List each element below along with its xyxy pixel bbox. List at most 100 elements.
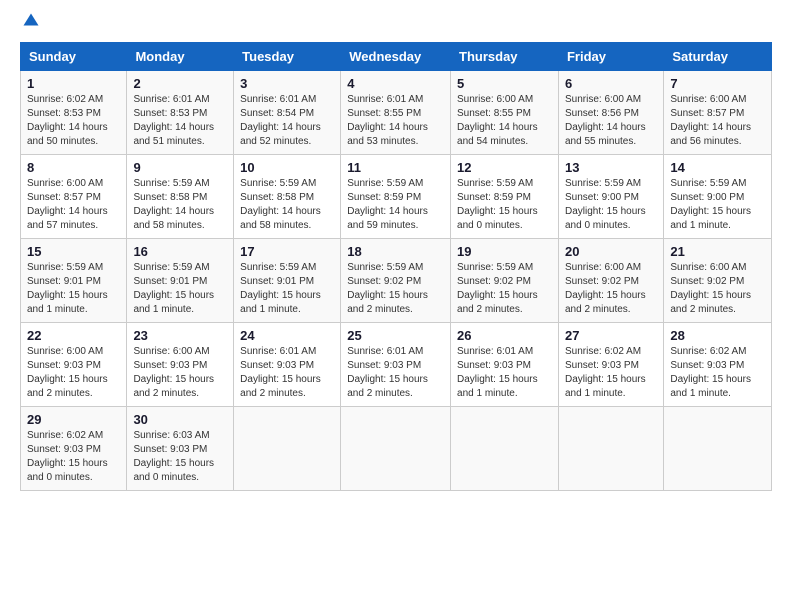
calendar-week-row: 1 Sunrise: 6:02 AM Sunset: 8:53 PM Dayli… bbox=[21, 71, 772, 155]
day-number: 19 bbox=[457, 244, 552, 259]
day-number: 6 bbox=[565, 76, 657, 91]
day-number: 24 bbox=[240, 328, 334, 343]
column-header-saturday: Saturday bbox=[664, 43, 772, 71]
day-number: 14 bbox=[670, 160, 765, 175]
column-header-thursday: Thursday bbox=[451, 43, 559, 71]
calendar-cell: 11 Sunrise: 5:59 AM Sunset: 8:59 PM Dayl… bbox=[341, 155, 451, 239]
day-number: 18 bbox=[347, 244, 444, 259]
column-header-monday: Monday bbox=[127, 43, 234, 71]
column-header-friday: Friday bbox=[558, 43, 663, 71]
day-info: Sunrise: 6:01 AM Sunset: 8:54 PM Dayligh… bbox=[240, 93, 334, 149]
day-info: Sunrise: 5:59 AM Sunset: 8:58 PM Dayligh… bbox=[240, 177, 334, 233]
day-info: Sunrise: 5:59 AM Sunset: 8:59 PM Dayligh… bbox=[347, 177, 444, 233]
day-number: 11 bbox=[347, 160, 444, 175]
day-number: 1 bbox=[27, 76, 120, 91]
calendar: SundayMondayTuesdayWednesdayThursdayFrid… bbox=[20, 42, 772, 491]
calendar-cell: 8 Sunrise: 6:00 AM Sunset: 8:57 PM Dayli… bbox=[21, 155, 127, 239]
calendar-cell: 25 Sunrise: 6:01 AM Sunset: 9:03 PM Dayl… bbox=[341, 323, 451, 407]
day-number: 15 bbox=[27, 244, 120, 259]
calendar-cell: 3 Sunrise: 6:01 AM Sunset: 8:54 PM Dayli… bbox=[234, 71, 341, 155]
day-info: Sunrise: 6:01 AM Sunset: 9:03 PM Dayligh… bbox=[347, 345, 444, 401]
calendar-cell: 7 Sunrise: 6:00 AM Sunset: 8:57 PM Dayli… bbox=[664, 71, 772, 155]
calendar-cell: 15 Sunrise: 5:59 AM Sunset: 9:01 PM Dayl… bbox=[21, 239, 127, 323]
column-header-wednesday: Wednesday bbox=[341, 43, 451, 71]
calendar-cell: 19 Sunrise: 5:59 AM Sunset: 9:02 PM Dayl… bbox=[451, 239, 559, 323]
calendar-cell bbox=[664, 407, 772, 491]
day-info: Sunrise: 6:00 AM Sunset: 9:02 PM Dayligh… bbox=[565, 261, 657, 317]
day-number: 21 bbox=[670, 244, 765, 259]
calendar-week-row: 15 Sunrise: 5:59 AM Sunset: 9:01 PM Dayl… bbox=[21, 239, 772, 323]
calendar-cell: 12 Sunrise: 5:59 AM Sunset: 8:59 PM Dayl… bbox=[451, 155, 559, 239]
calendar-cell bbox=[234, 407, 341, 491]
day-number: 9 bbox=[133, 160, 227, 175]
day-number: 7 bbox=[670, 76, 765, 91]
calendar-cell bbox=[451, 407, 559, 491]
day-number: 22 bbox=[27, 328, 120, 343]
day-info: Sunrise: 6:01 AM Sunset: 9:03 PM Dayligh… bbox=[240, 345, 334, 401]
header bbox=[20, 16, 772, 30]
calendar-cell: 26 Sunrise: 6:01 AM Sunset: 9:03 PM Dayl… bbox=[451, 323, 559, 407]
day-info: Sunrise: 5:59 AM Sunset: 8:58 PM Dayligh… bbox=[133, 177, 227, 233]
calendar-cell: 6 Sunrise: 6:00 AM Sunset: 8:56 PM Dayli… bbox=[558, 71, 663, 155]
day-info: Sunrise: 6:03 AM Sunset: 9:03 PM Dayligh… bbox=[133, 429, 227, 485]
day-info: Sunrise: 6:02 AM Sunset: 9:03 PM Dayligh… bbox=[670, 345, 765, 401]
day-number: 16 bbox=[133, 244, 227, 259]
day-number: 20 bbox=[565, 244, 657, 259]
day-info: Sunrise: 5:59 AM Sunset: 9:01 PM Dayligh… bbox=[133, 261, 227, 317]
day-number: 4 bbox=[347, 76, 444, 91]
calendar-cell: 13 Sunrise: 5:59 AM Sunset: 9:00 PM Dayl… bbox=[558, 155, 663, 239]
calendar-cell bbox=[558, 407, 663, 491]
page: SundayMondayTuesdayWednesdayThursdayFrid… bbox=[0, 0, 792, 507]
day-number: 17 bbox=[240, 244, 334, 259]
calendar-cell: 18 Sunrise: 5:59 AM Sunset: 9:02 PM Dayl… bbox=[341, 239, 451, 323]
calendar-header-row: SundayMondayTuesdayWednesdayThursdayFrid… bbox=[21, 43, 772, 71]
calendar-cell: 20 Sunrise: 6:00 AM Sunset: 9:02 PM Dayl… bbox=[558, 239, 663, 323]
calendar-cell: 28 Sunrise: 6:02 AM Sunset: 9:03 PM Dayl… bbox=[664, 323, 772, 407]
calendar-cell: 4 Sunrise: 6:01 AM Sunset: 8:55 PM Dayli… bbox=[341, 71, 451, 155]
day-number: 29 bbox=[27, 412, 120, 427]
logo bbox=[20, 16, 40, 30]
day-number: 8 bbox=[27, 160, 120, 175]
calendar-cell: 23 Sunrise: 6:00 AM Sunset: 9:03 PM Dayl… bbox=[127, 323, 234, 407]
day-info: Sunrise: 5:59 AM Sunset: 9:02 PM Dayligh… bbox=[347, 261, 444, 317]
day-number: 30 bbox=[133, 412, 227, 427]
day-info: Sunrise: 6:00 AM Sunset: 8:55 PM Dayligh… bbox=[457, 93, 552, 149]
calendar-cell bbox=[341, 407, 451, 491]
day-info: Sunrise: 6:02 AM Sunset: 9:03 PM Dayligh… bbox=[27, 429, 120, 485]
calendar-cell: 10 Sunrise: 5:59 AM Sunset: 8:58 PM Dayl… bbox=[234, 155, 341, 239]
day-number: 12 bbox=[457, 160, 552, 175]
calendar-cell: 27 Sunrise: 6:02 AM Sunset: 9:03 PM Dayl… bbox=[558, 323, 663, 407]
day-number: 28 bbox=[670, 328, 765, 343]
column-header-tuesday: Tuesday bbox=[234, 43, 341, 71]
calendar-cell: 1 Sunrise: 6:02 AM Sunset: 8:53 PM Dayli… bbox=[21, 71, 127, 155]
day-info: Sunrise: 6:01 AM Sunset: 8:53 PM Dayligh… bbox=[133, 93, 227, 149]
day-number: 27 bbox=[565, 328, 657, 343]
calendar-cell: 17 Sunrise: 5:59 AM Sunset: 9:01 PM Dayl… bbox=[234, 239, 341, 323]
calendar-cell: 9 Sunrise: 5:59 AM Sunset: 8:58 PM Dayli… bbox=[127, 155, 234, 239]
day-info: Sunrise: 6:02 AM Sunset: 9:03 PM Dayligh… bbox=[565, 345, 657, 401]
day-info: Sunrise: 6:01 AM Sunset: 9:03 PM Dayligh… bbox=[457, 345, 552, 401]
calendar-cell: 2 Sunrise: 6:01 AM Sunset: 8:53 PM Dayli… bbox=[127, 71, 234, 155]
day-info: Sunrise: 6:00 AM Sunset: 9:02 PM Dayligh… bbox=[670, 261, 765, 317]
calendar-cell: 30 Sunrise: 6:03 AM Sunset: 9:03 PM Dayl… bbox=[127, 407, 234, 491]
logo-icon bbox=[22, 12, 40, 30]
calendar-cell: 16 Sunrise: 5:59 AM Sunset: 9:01 PM Dayl… bbox=[127, 239, 234, 323]
day-number: 13 bbox=[565, 160, 657, 175]
calendar-cell: 21 Sunrise: 6:00 AM Sunset: 9:02 PM Dayl… bbox=[664, 239, 772, 323]
day-number: 26 bbox=[457, 328, 552, 343]
day-info: Sunrise: 6:00 AM Sunset: 8:57 PM Dayligh… bbox=[670, 93, 765, 149]
calendar-cell: 24 Sunrise: 6:01 AM Sunset: 9:03 PM Dayl… bbox=[234, 323, 341, 407]
column-header-sunday: Sunday bbox=[21, 43, 127, 71]
day-info: Sunrise: 5:59 AM Sunset: 9:00 PM Dayligh… bbox=[670, 177, 765, 233]
day-number: 5 bbox=[457, 76, 552, 91]
day-number: 25 bbox=[347, 328, 444, 343]
day-info: Sunrise: 5:59 AM Sunset: 9:01 PM Dayligh… bbox=[240, 261, 334, 317]
day-info: Sunrise: 6:00 AM Sunset: 9:03 PM Dayligh… bbox=[133, 345, 227, 401]
day-number: 10 bbox=[240, 160, 334, 175]
day-info: Sunrise: 6:00 AM Sunset: 8:56 PM Dayligh… bbox=[565, 93, 657, 149]
day-info: Sunrise: 5:59 AM Sunset: 9:02 PM Dayligh… bbox=[457, 261, 552, 317]
calendar-cell: 22 Sunrise: 6:00 AM Sunset: 9:03 PM Dayl… bbox=[21, 323, 127, 407]
calendar-week-row: 29 Sunrise: 6:02 AM Sunset: 9:03 PM Dayl… bbox=[21, 407, 772, 491]
day-number: 2 bbox=[133, 76, 227, 91]
calendar-cell: 14 Sunrise: 5:59 AM Sunset: 9:00 PM Dayl… bbox=[664, 155, 772, 239]
